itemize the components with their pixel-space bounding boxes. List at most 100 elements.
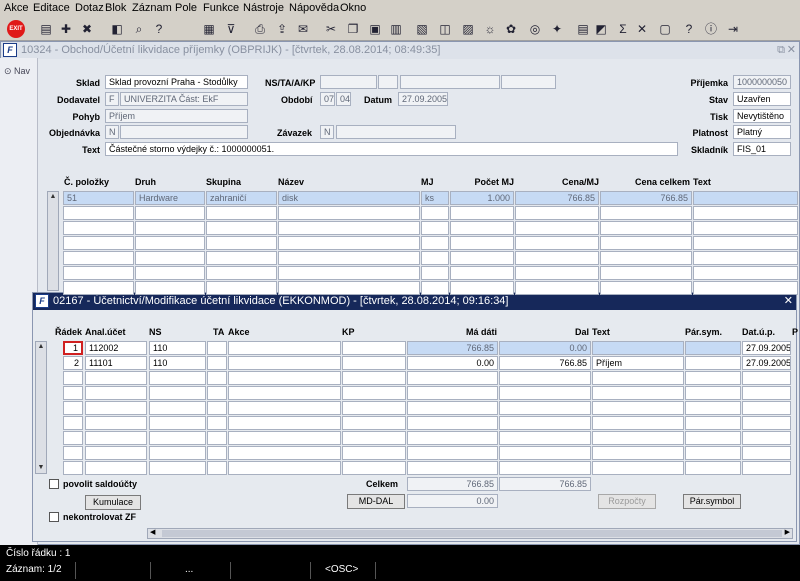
empty-cell[interactable]: [407, 401, 498, 415]
cell-madati-1[interactable]: 766.85: [407, 341, 498, 355]
empty-cell[interactable]: [228, 446, 341, 460]
empty-cell[interactable]: [407, 461, 498, 475]
empty-cell[interactable]: [149, 416, 206, 430]
empty-cell[interactable]: [515, 206, 599, 220]
empty-cell[interactable]: [450, 251, 514, 265]
scroll-right-icon[interactable]: ▶: [785, 528, 790, 536]
empty-cell[interactable]: [85, 401, 147, 415]
calculator-icon[interactable]: ▥: [387, 20, 405, 38]
cell-parsym-2[interactable]: [685, 356, 741, 370]
empty-cell[interactable]: [685, 431, 741, 445]
menu-pole[interactable]: Pole: [175, 2, 197, 14]
empty-cell[interactable]: [685, 416, 741, 430]
search-icon[interactable]: ⌕: [130, 20, 148, 38]
empty-cell[interactable]: [421, 266, 449, 280]
empty-cell[interactable]: [685, 386, 741, 400]
md-dal-button[interactable]: MD-DAL: [347, 494, 405, 509]
empty-cell[interactable]: [85, 371, 147, 385]
field-zavazek[interactable]: [336, 125, 456, 139]
cell-ta-1[interactable]: [207, 341, 227, 355]
cell-cena[interactable]: 766.85: [515, 191, 599, 205]
empty-cell[interactable]: [207, 371, 227, 385]
empty-cell[interactable]: [228, 431, 341, 445]
empty-cell[interactable]: [278, 251, 420, 265]
tools-icon[interactable]: ◫: [436, 20, 454, 38]
empty-cell[interactable]: [421, 251, 449, 265]
empty-cell[interactable]: [342, 371, 406, 385]
cell-dal-1[interactable]: 0.00: [499, 341, 591, 355]
field-obdobi-mesic[interactable]: 07: [320, 92, 335, 106]
paste-icon[interactable]: ▣: [366, 20, 384, 38]
empty-cell[interactable]: [149, 431, 206, 445]
add-record-icon[interactable]: ✚: [57, 20, 75, 38]
run-query-icon[interactable]: ▦: [200, 20, 218, 38]
field-a[interactable]: [400, 75, 500, 89]
empty-cell[interactable]: [135, 206, 205, 220]
cell-text-2[interactable]: Příjem: [592, 356, 684, 370]
copy-icon[interactable]: ❐: [344, 20, 362, 38]
cell-ta-2[interactable]: [207, 356, 227, 370]
empty-cell[interactable]: [207, 416, 227, 430]
empty-cell[interactable]: [600, 266, 692, 280]
empty-cell[interactable]: [450, 221, 514, 235]
cell-text[interactable]: [693, 191, 798, 205]
cell-ns-2[interactable]: 110: [149, 356, 206, 370]
empty-cell[interactable]: [63, 386, 83, 400]
empty-cell[interactable]: [685, 461, 741, 475]
empty-cell[interactable]: [693, 206, 798, 220]
empty-cell[interactable]: [421, 221, 449, 235]
empty-cell[interactable]: [450, 266, 514, 280]
field-kp[interactable]: [501, 75, 556, 89]
empty-cell[interactable]: [742, 431, 791, 445]
empty-cell[interactable]: [85, 386, 147, 400]
empty-cell[interactable]: [206, 236, 277, 250]
field-prijemka[interactable]: 1000000050: [733, 75, 791, 89]
empty-cell[interactable]: [592, 386, 684, 400]
export-icon[interactable]: ⇪: [273, 20, 291, 38]
restore-icon[interactable]: ⧉: [777, 42, 785, 59]
menu-nastroje[interactable]: Nástroje: [243, 2, 284, 14]
empty-cell[interactable]: [149, 401, 206, 415]
rozpocty-button[interactable]: Rozpočty: [598, 494, 656, 509]
chart-icon[interactable]: ◎: [526, 20, 544, 38]
print-icon[interactable]: ⎙: [251, 20, 269, 38]
cell-radek-1[interactable]: 1: [63, 341, 83, 355]
scroll-thumb[interactable]: [162, 530, 782, 537]
empty-cell[interactable]: [515, 221, 599, 235]
help-icon[interactable]: ▨: [459, 20, 477, 38]
empty-cell[interactable]: [342, 416, 406, 430]
empty-cell[interactable]: [85, 446, 147, 460]
cell-ns-1[interactable]: 110: [149, 341, 206, 355]
menu-okno[interactable]: Okno: [340, 2, 366, 14]
menu-zaznam[interactable]: Záznam: [132, 2, 172, 14]
empty-cell[interactable]: [135, 281, 205, 295]
field-celkem-dal[interactable]: 766.85: [499, 477, 591, 491]
empty-cell[interactable]: [342, 461, 406, 475]
report-icon-2[interactable]: ▤: [574, 20, 592, 38]
cell-nazev[interactable]: disk: [278, 191, 420, 205]
exit-door-icon[interactable]: ⇥: [724, 20, 742, 38]
empty-cell[interactable]: [63, 281, 134, 295]
close-icon[interactable]: ✕: [787, 42, 796, 59]
empty-cell[interactable]: [63, 416, 83, 430]
checkbox-nekontrolovat-zf[interactable]: [49, 512, 59, 522]
empty-cell[interactable]: [693, 281, 798, 295]
empty-cell[interactable]: [499, 401, 591, 415]
question-icon[interactable]: ?: [680, 20, 698, 38]
empty-cell[interactable]: [515, 266, 599, 280]
empty-cell[interactable]: [149, 386, 206, 400]
menu-editace[interactable]: Editace: [33, 2, 70, 14]
empty-cell[interactable]: [135, 266, 205, 280]
scroll-up-icon[interactable]: ▲: [36, 342, 46, 352]
menu-funkce[interactable]: Funkce: [203, 2, 239, 14]
empty-cell[interactable]: [592, 446, 684, 460]
scroll-up-icon[interactable]: ▲: [48, 192, 58, 202]
empty-cell[interactable]: [742, 446, 791, 460]
empty-cell[interactable]: [206, 251, 277, 265]
cell-parsym-1[interactable]: [685, 341, 741, 355]
menu-napoveda[interactable]: Nápověda: [289, 2, 339, 14]
empty-cell[interactable]: [450, 206, 514, 220]
empty-cell[interactable]: [207, 431, 227, 445]
empty-cell[interactable]: [342, 401, 406, 415]
empty-cell[interactable]: [228, 461, 341, 475]
